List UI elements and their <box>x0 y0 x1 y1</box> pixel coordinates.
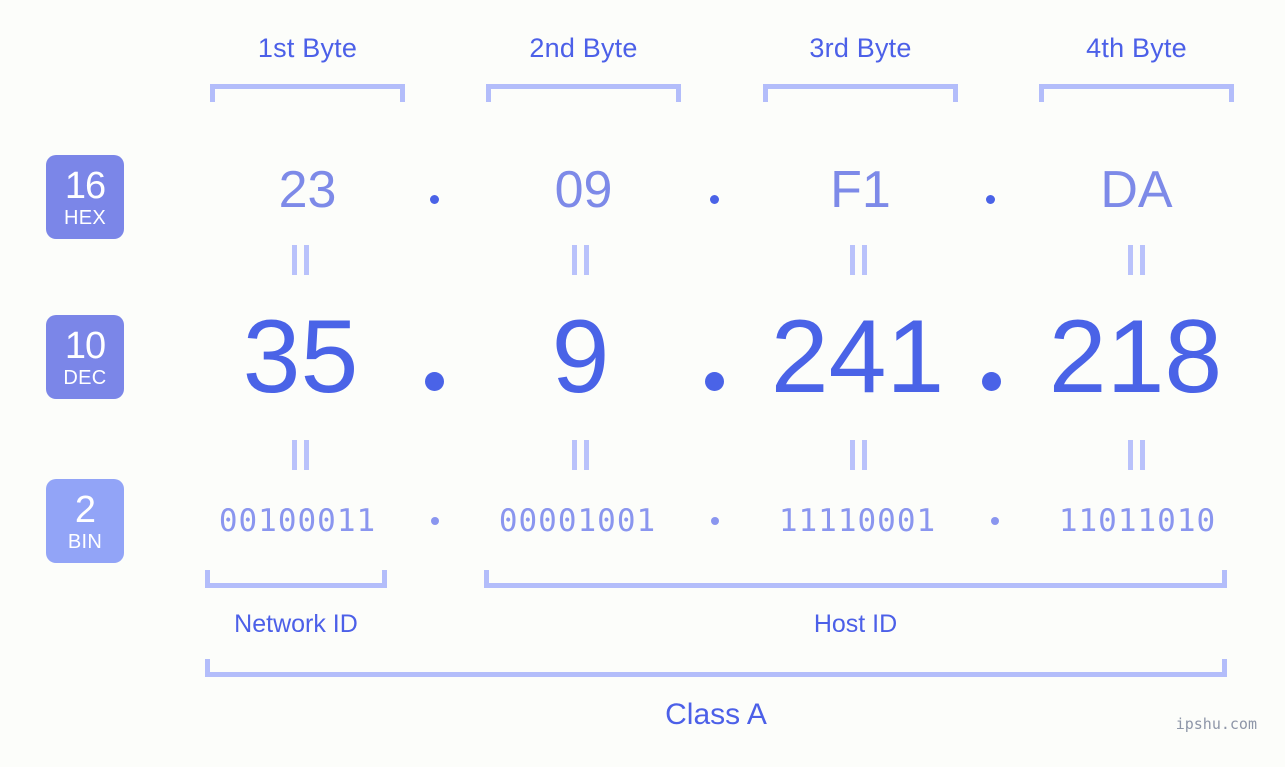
bin-separator-dot-3 <box>991 517 999 525</box>
equals-icon-dec-bin-3 <box>846 440 870 470</box>
dec-byte-2: 9 <box>551 299 610 415</box>
equals-icon-hex-dec-4 <box>1124 245 1148 275</box>
dec-byte-4: 218 <box>1048 299 1223 415</box>
byte-bracket-3 <box>763 84 958 102</box>
ip-address-breakdown-diagram: 1st Byte 2nd Byte 3rd Byte 4th Byte 16 H… <box>0 0 1285 767</box>
byte-header-4: 4th Byte <box>1086 33 1187 63</box>
base-badge-bin: 2 BIN <box>46 479 124 563</box>
hex-separator-dot-2 <box>710 195 719 204</box>
bin-byte-1: 00100011 <box>218 503 377 539</box>
base-badge-hex: 16 HEX <box>46 155 124 239</box>
class-bracket <box>205 659 1227 677</box>
base-badge-hex-abbr: HEX <box>63 206 107 229</box>
dec-byte-3: 241 <box>770 299 945 415</box>
hex-separator-dot-1 <box>430 195 439 204</box>
host-id-bracket <box>484 570 1227 588</box>
bin-separator-dot-1 <box>431 517 439 525</box>
equals-icon-hex-dec-1 <box>288 245 312 275</box>
hex-byte-4: DA <box>1100 161 1173 219</box>
dec-separator-dot-3 <box>982 372 1001 391</box>
base-badge-hex-number: 16 <box>64 164 106 207</box>
byte-header-3: 3rd Byte <box>809 33 912 63</box>
byte-header-2: 2nd Byte <box>529 33 638 63</box>
hex-byte-3: F1 <box>830 161 891 219</box>
byte-bracket-4 <box>1039 84 1234 102</box>
byte-bracket-2 <box>486 84 681 102</box>
base-badge-dec-abbr: DEC <box>63 366 107 389</box>
hex-byte-1: 23 <box>278 161 337 219</box>
watermark: ipshu.com <box>1175 715 1257 733</box>
network-id-label: Network ID <box>234 610 358 638</box>
base-badge-dec: 10 DEC <box>46 315 124 399</box>
byte-bracket-1 <box>210 84 405 102</box>
base-badge-bin-abbr: BIN <box>67 530 103 553</box>
base-badge-bin-number: 2 <box>74 488 96 531</box>
bin-separator-dot-2 <box>711 517 719 525</box>
bin-byte-3: 11110001 <box>778 503 937 539</box>
equals-icon-dec-bin-1 <box>288 440 312 470</box>
host-id-label: Host ID <box>813 610 898 638</box>
equals-icon-hex-dec-3 <box>846 245 870 275</box>
byte-header-1: 1st Byte <box>257 33 358 63</box>
equals-icon-dec-bin-4 <box>1124 440 1148 470</box>
dec-byte-1: 35 <box>242 299 359 415</box>
class-label: Class A <box>665 698 767 731</box>
base-badge-dec-number: 10 <box>64 324 106 367</box>
bin-byte-4: 11011010 <box>1058 503 1217 539</box>
dec-separator-dot-1 <box>425 372 444 391</box>
bin-byte-2: 00001001 <box>498 503 657 539</box>
hex-separator-dot-3 <box>986 195 995 204</box>
network-id-bracket <box>205 570 387 588</box>
hex-byte-2: 09 <box>554 161 613 219</box>
equals-icon-hex-dec-2 <box>568 245 592 275</box>
equals-icon-dec-bin-2 <box>568 440 592 470</box>
dec-separator-dot-2 <box>705 372 724 391</box>
